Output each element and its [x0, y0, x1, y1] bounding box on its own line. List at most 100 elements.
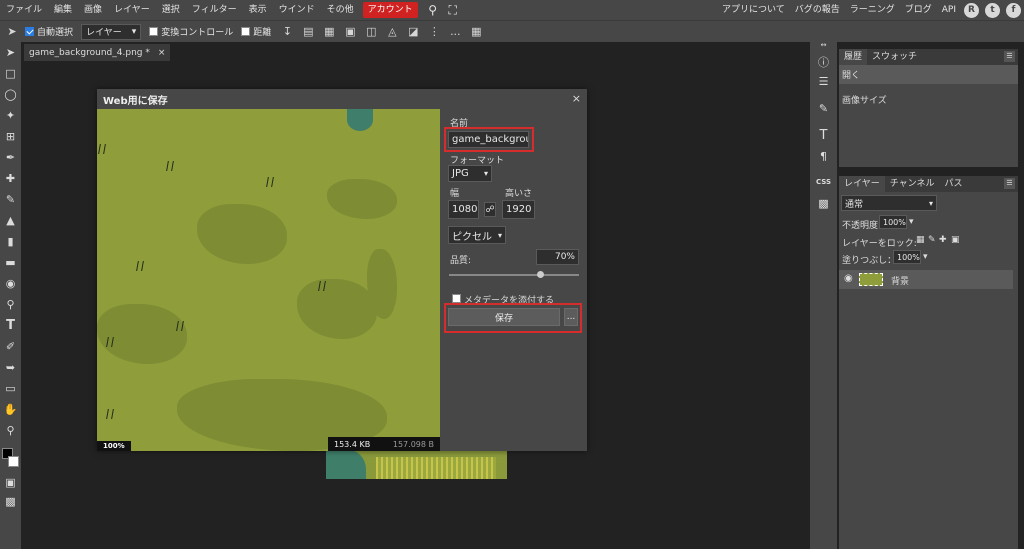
background-color-swatch[interactable] — [8, 456, 19, 467]
menu-file[interactable]: ファイル — [0, 0, 48, 20]
visibility-eye-icon[interactable]: ◉ — [844, 273, 853, 284]
lock-move-icon[interactable]: ✚ — [939, 235, 947, 245]
download-icon[interactable]: ↧ — [279, 24, 295, 40]
layer-select-dropdown[interactable]: レイヤー ▾ — [81, 23, 142, 40]
document-tab[interactable]: game_background_4.png * × — [24, 44, 171, 61]
height-input[interactable]: 1920 — [502, 200, 535, 219]
expand-panels-icon[interactable]: ↔ — [813, 39, 834, 51]
distribute-icon[interactable]: ⋮ — [426, 24, 442, 40]
more-options[interactable]: ... — [447, 24, 463, 40]
filename-input[interactable]: game_backgrou — [448, 131, 529, 148]
brush-settings-icon[interactable]: ✎ — [813, 99, 834, 118]
history-item[interactable]: 画像サイズ — [839, 90, 1018, 109]
fill-input[interactable]: 100% — [893, 250, 921, 264]
align-top-icon[interactable]: ▤ — [300, 24, 316, 40]
auto-select-checkbox[interactable] — [25, 27, 34, 36]
menu-select[interactable]: 選択 — [156, 0, 186, 20]
menu-view[interactable]: 表示 — [243, 0, 273, 20]
menu-learning[interactable]: ラーニング — [845, 0, 900, 20]
quick-mask-icon[interactable]: ▣ — [0, 472, 21, 493]
magic-wand-tool-icon[interactable]: ✦ — [0, 105, 21, 126]
hand-tool-icon[interactable]: ✋ — [0, 399, 21, 420]
quality-input[interactable]: 70% — [536, 249, 579, 265]
dialog-close-icon[interactable]: × — [572, 92, 581, 105]
blur-tool-icon[interactable]: ◉ — [0, 273, 21, 294]
quality-slider-thumb[interactable] — [537, 271, 544, 278]
facebook-icon[interactable]: f — [1006, 2, 1021, 18]
fill-dropdown-icon[interactable]: ▾ — [923, 252, 928, 262]
menu-about[interactable]: アプリについて — [717, 0, 790, 20]
stamp-tool-icon[interactable]: ▲ — [0, 210, 21, 231]
width-input[interactable]: 1080 — [448, 200, 479, 219]
screen-mode-icon[interactable]: ▩ — [0, 491, 21, 512]
brush-tool-icon[interactable]: ✎ — [0, 189, 21, 210]
search-icon[interactable]: ⚲ — [425, 3, 441, 17]
menu-blog[interactable]: ブログ — [900, 0, 937, 20]
align-bottom-icon[interactable]: ▣ — [342, 24, 358, 40]
preview-canvas[interactable]: 100% 153.4 KB 157.098 B — [97, 109, 440, 451]
close-icon[interactable]: × — [158, 48, 166, 58]
menu-window[interactable]: ウインド — [273, 0, 321, 20]
account-button[interactable]: アカウント — [362, 2, 418, 18]
image-icon[interactable]: ▩ — [813, 194, 834, 213]
dodge-tool-icon[interactable]: ⚲ — [0, 294, 21, 315]
menu-filter[interactable]: フィルター — [186, 0, 243, 20]
metadata-checkbox[interactable] — [452, 294, 461, 303]
path-select-tool-icon[interactable]: ➥ — [0, 357, 21, 378]
unit-select[interactable]: ピクセル ▾ — [448, 226, 506, 244]
panel-menu-icon[interactable]: ☰ — [1004, 178, 1015, 189]
align-center-icon[interactable]: ◬ — [384, 24, 400, 40]
marquee-tool-icon[interactable]: □ — [0, 63, 21, 84]
lock-all-icon[interactable]: ▣ — [951, 235, 960, 245]
blend-mode-select[interactable]: 通常 ▾ — [841, 195, 937, 211]
type-tool-icon[interactable]: T — [0, 315, 21, 336]
opacity-input[interactable]: 100% — [879, 215, 907, 229]
save-options-button[interactable]: ... — [564, 308, 578, 326]
tab-channels[interactable]: チャンネル — [885, 176, 940, 192]
eraser-tool-icon[interactable]: ▮ — [0, 231, 21, 252]
reddit-icon[interactable]: R — [964, 2, 979, 18]
twitter-icon[interactable]: t — [985, 2, 1000, 18]
css-icon[interactable]: CSS — [813, 173, 834, 192]
character-icon[interactable]: T — [813, 126, 834, 145]
grid-icon[interactable]: ▦ — [468, 24, 484, 40]
menu-edit[interactable]: 編集 — [48, 0, 78, 20]
tab-layers[interactable]: レイヤー — [839, 176, 885, 192]
lock-paint-icon[interactable]: ✎ — [928, 235, 936, 245]
format-select[interactable]: JPG ▾ — [448, 165, 492, 182]
panel-menu-icon[interactable]: ☰ — [1004, 51, 1015, 62]
auto-select-option[interactable]: 自動選択 — [25, 25, 73, 38]
quality-slider-track[interactable] — [449, 274, 579, 276]
menu-more[interactable]: その他 — [321, 0, 360, 20]
menu-layer[interactable]: レイヤー — [108, 0, 156, 20]
zoom-tool-icon[interactable]: ⚲ — [0, 420, 21, 441]
layer-select[interactable]: レイヤー ▾ — [81, 23, 142, 40]
eyedropper-tool-icon[interactable]: ✒ — [0, 147, 21, 168]
gradient-tool-icon[interactable]: ▬ — [0, 252, 21, 273]
info-icon[interactable]: ⓘ — [813, 53, 834, 72]
distance-option[interactable]: 距離 — [241, 25, 271, 38]
lasso-tool-icon[interactable]: ◯ — [0, 84, 21, 105]
opacity-dropdown-icon[interactable]: ▾ — [909, 217, 914, 227]
link-dimensions-icon[interactable]: ☍ — [484, 202, 496, 217]
transform-checkbox[interactable] — [149, 27, 159, 36]
tab-paths[interactable]: パス — [939, 176, 967, 192]
align-middle-icon[interactable]: ▦ — [321, 24, 337, 40]
shape-tool-icon[interactable]: ▭ — [0, 378, 21, 399]
document-canvas[interactable] — [326, 449, 507, 479]
healing-tool-icon[interactable]: ✚ — [0, 168, 21, 189]
lock-transparency-icon[interactable]: ▦ — [916, 235, 925, 245]
tab-swatches[interactable]: スウォッチ — [867, 49, 922, 65]
transform-option[interactable]: 変換コントロール — [149, 25, 233, 38]
fullscreen-icon[interactable]: ⛶ — [445, 3, 461, 18]
tab-history[interactable]: 履歴 — [839, 49, 868, 65]
menu-image[interactable]: 画像 — [78, 0, 108, 20]
layer-row[interactable]: ◉ 背景 — [839, 270, 1013, 289]
crop-tool-icon[interactable]: ⊞ — [0, 126, 21, 147]
menu-bug-report[interactable]: バグの報告 — [790, 0, 845, 20]
distance-checkbox[interactable] — [241, 27, 251, 36]
save-button[interactable]: 保存 — [448, 308, 560, 326]
menu-api[interactable]: API — [937, 0, 961, 20]
align-left-icon[interactable]: ◫ — [363, 24, 379, 40]
move-tool-icon[interactable]: ➤ — [0, 42, 21, 63]
